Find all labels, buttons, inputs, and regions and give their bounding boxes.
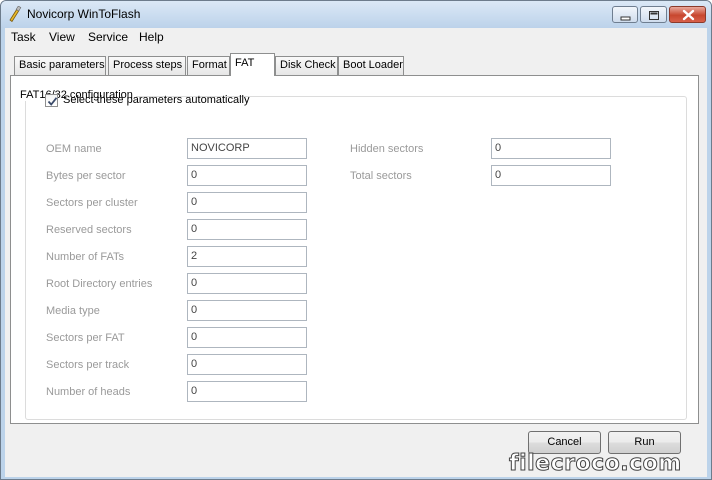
sectors-per-track-field[interactable]: 0 [187,354,307,375]
window-title: Novicorp WinToFlash [27,7,141,21]
sectors-per-cluster-field[interactable]: 0 [187,192,307,213]
usb-stick-icon [9,6,22,22]
auto-params-checkbox[interactable] [45,94,58,107]
watermark-logo: filecroco.com [509,451,682,477]
tab-format[interactable]: Format [187,56,230,75]
reserved-sectors-field[interactable]: 0 [187,219,307,240]
menu-help[interactable]: Help [133,29,170,46]
hidden-sectors-field[interactable]: 0 [491,138,611,159]
number-of-heads-label: Number of heads [46,386,131,398]
checkmark-icon [47,97,58,106]
menu-task[interactable]: Task [5,29,42,46]
number-of-heads-field[interactable]: 0 [187,381,307,402]
tab-fat[interactable]: FAT [230,53,275,76]
tab-disk-check[interactable]: Disk Check [275,56,338,75]
menu-bar: Task View Service Help [5,28,707,48]
oem-name-field[interactable]: NOVICORP [187,138,307,159]
number-of-fats-label: Number of FATs [46,251,125,263]
tab-basic-parameters[interactable]: Basic parameters [14,56,106,75]
tab-boot-loader[interactable]: Boot Loader [338,56,404,75]
total-sectors-label: Total sectors [350,170,412,182]
minimize-button[interactable] [612,6,638,23]
close-icon [682,9,695,21]
bytes-per-sector-field[interactable]: 0 [187,165,307,186]
root-directory-entries-label: Root Directory entries [46,278,153,290]
oem-name-label: OEM name [46,143,102,155]
menu-view[interactable]: View [43,29,81,46]
minimize-icon [620,16,631,21]
sectors-per-fat-field[interactable]: 0 [187,327,307,348]
auto-params-label: Select these parameters automatically [63,94,250,106]
fat-tab-panel: FAT16/32 configuration [10,75,699,424]
maximize-button[interactable] [640,6,667,23]
title-bar[interactable]: Novicorp WinToFlash [1,1,711,28]
client-area: Task View Service Help Basic parameters … [5,28,707,477]
root-directory-entries-field[interactable]: 0 [187,273,307,294]
app-window: Novicorp WinToFlash Task View Service He… [0,0,712,480]
reserved-sectors-label: Reserved sectors [46,224,132,236]
hidden-sectors-label: Hidden sectors [350,143,424,155]
media-type-field[interactable]: 0 [187,300,307,321]
media-type-label: Media type [46,305,100,317]
sectors-per-track-label: Sectors per track [46,359,130,371]
sectors-per-fat-label: Sectors per FAT [46,332,125,344]
close-button[interactable] [669,6,706,23]
total-sectors-field[interactable]: 0 [491,165,611,186]
number-of-fats-field[interactable]: 2 [187,246,307,267]
sectors-per-cluster-label: Sectors per cluster [46,197,138,209]
bytes-per-sector-label: Bytes per sector [46,170,126,182]
tab-process-steps[interactable]: Process steps [108,56,186,75]
menu-service[interactable]: Service [82,29,134,46]
maximize-icon [649,11,659,20]
